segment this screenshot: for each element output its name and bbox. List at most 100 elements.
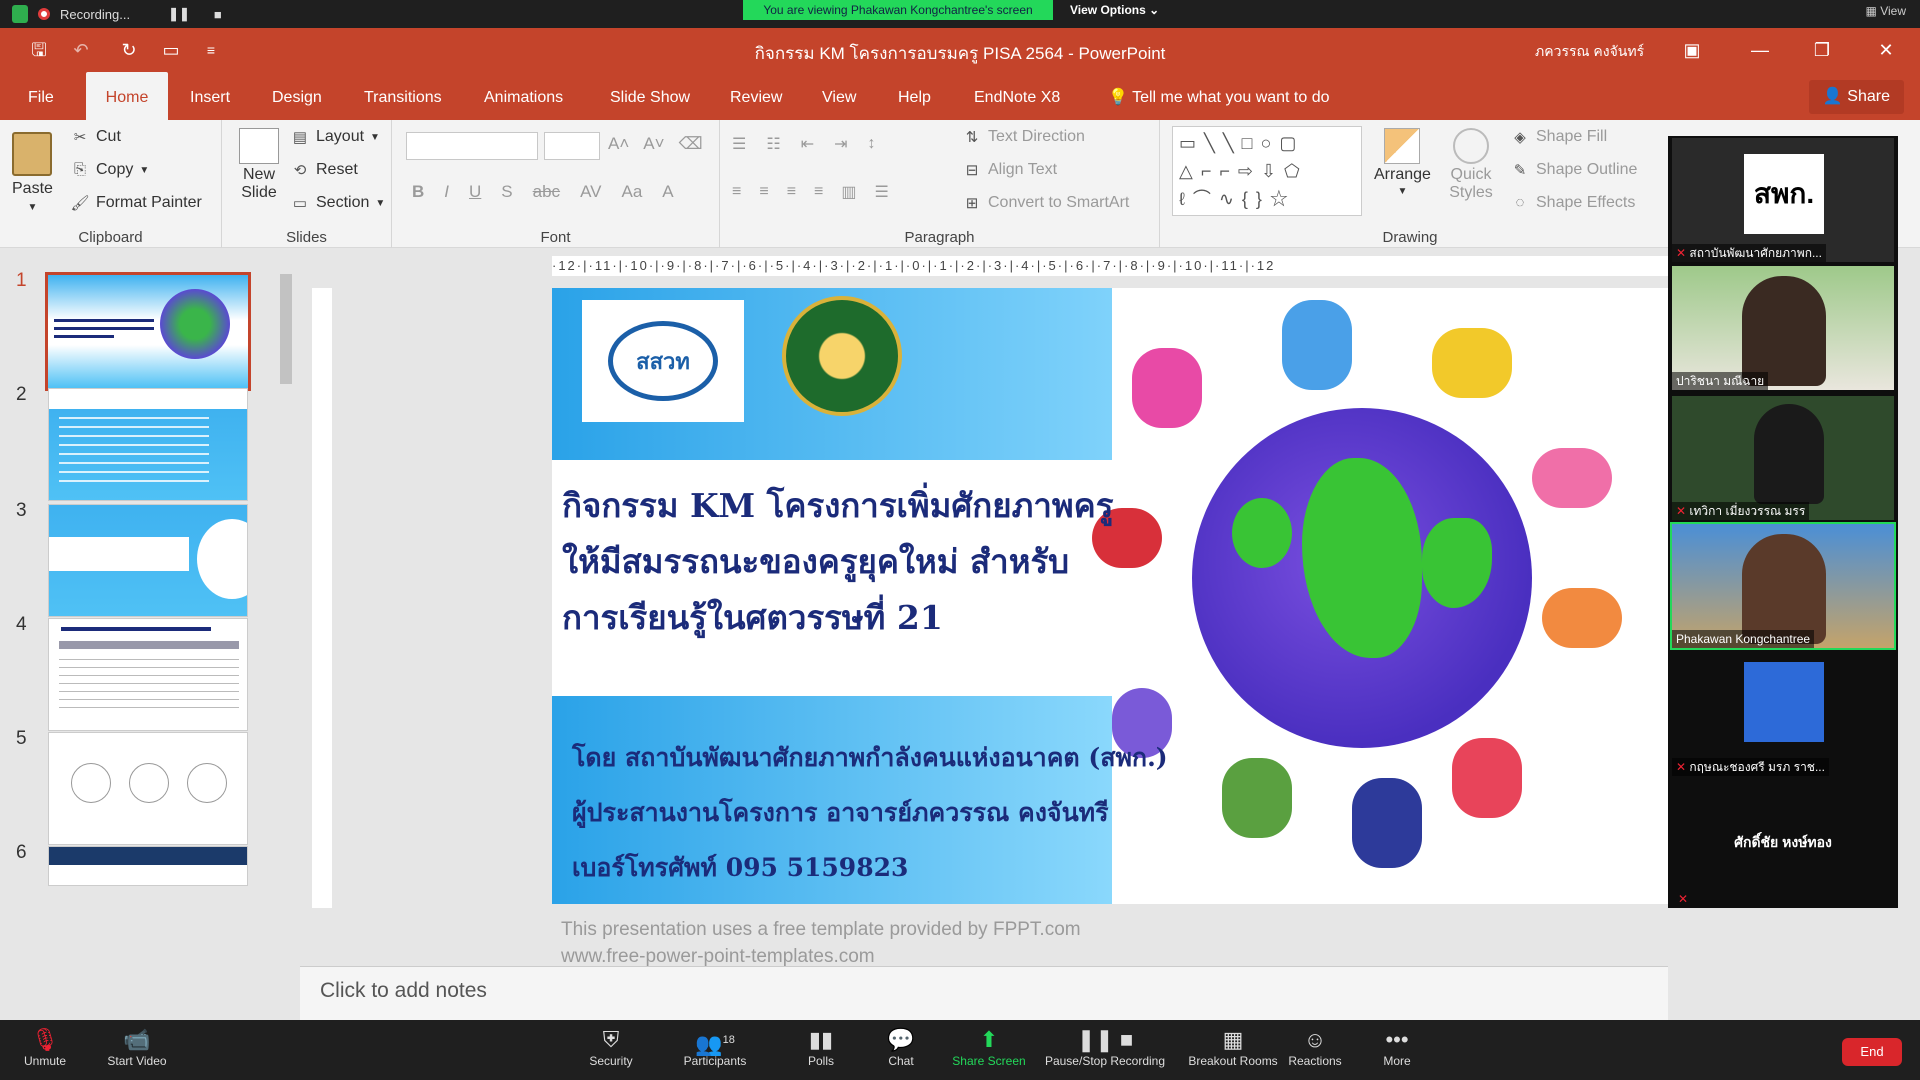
security-button[interactable]: ⛨ Security: [566, 1026, 656, 1068]
numbering-icon[interactable]: ☷: [766, 134, 780, 154]
slide-thumbnails-panel: 1 2 3 4 5 6: [0, 248, 300, 1020]
font-size-input[interactable]: [544, 132, 600, 160]
lightbulb-icon: 💡: [1108, 89, 1133, 106]
tab-help[interactable]: Help: [884, 72, 945, 120]
bullets-icon[interactable]: ☰: [732, 134, 746, 154]
align-right-icon[interactable]: ≡: [787, 183, 796, 201]
arrange-icon: [1384, 128, 1421, 164]
tell-me-box[interactable]: 💡 Tell me what you want to do: [1094, 72, 1344, 120]
view-options-button[interactable]: View Options ⌄: [1070, 0, 1159, 20]
start-video-button[interactable]: 📹 Start Video: [92, 1026, 182, 1068]
restore-icon[interactable]: ❐: [1802, 36, 1842, 64]
underline-icon[interactable]: U: [469, 182, 481, 202]
shape-fill-button[interactable]: ◈ Shape Fill: [1510, 128, 1607, 146]
share-screen-button[interactable]: ⬆ Share Screen: [944, 1026, 1034, 1068]
tab-insert[interactable]: Insert: [176, 72, 244, 120]
pause-recording-button[interactable]: ❚❚ ■ Pause/Stop Recording: [1040, 1026, 1170, 1068]
participant-tile[interactable]: สพก. ✕ สถาบันพัฒนาศักยภาพก...: [1672, 138, 1894, 262]
line-spacing-icon[interactable]: ↕: [868, 135, 876, 153]
shadow-icon[interactable]: S: [501, 182, 512, 202]
new-slide-button[interactable]: New Slide: [234, 128, 284, 202]
pause-stop-icon: ❚❚ ■: [1076, 1027, 1134, 1052]
tab-transitions[interactable]: Transitions: [350, 72, 456, 120]
tab-endnote[interactable]: EndNote X8: [960, 72, 1074, 120]
reactions-button[interactable]: ☺ Reactions: [1270, 1026, 1360, 1068]
layout-button[interactable]: ▤ Layout ▼: [290, 128, 380, 146]
paste-button[interactable]: Paste ▼: [12, 132, 53, 213]
align-distributed-icon[interactable]: ☰: [875, 182, 889, 202]
clear-formatting-icon[interactable]: ⌫: [679, 134, 703, 154]
close-icon[interactable]: ✕: [1866, 36, 1906, 64]
cut-button[interactable]: ✂ Cut: [70, 128, 121, 146]
view-button[interactable]: ▦ View: [1866, 4, 1906, 18]
minimize-icon[interactable]: —: [1740, 36, 1780, 64]
increase-indent-icon[interactable]: ⇥: [834, 134, 847, 154]
participant-tile-active-speaker[interactable]: Phakawan Kongchantree: [1670, 522, 1896, 650]
bold-icon[interactable]: B: [412, 182, 424, 202]
participant-tile[interactable]: ศักดิ์ชัย หงษ์ทอง ✕: [1672, 782, 1894, 906]
font-name-input[interactable]: [406, 132, 538, 160]
tab-slide-show[interactable]: Slide Show: [596, 72, 704, 120]
tab-view[interactable]: View: [808, 72, 870, 120]
decrease-indent-icon[interactable]: ⇤: [801, 134, 814, 154]
italic-icon[interactable]: I: [444, 182, 449, 202]
recording-label: Recording...: [60, 6, 131, 22]
align-text-icon: ⊟: [965, 162, 979, 179]
section-button[interactable]: ▭ Section ▼: [290, 194, 385, 212]
chat-button[interactable]: 💬 Chat: [856, 1026, 946, 1068]
reset-icon: ⟲: [293, 162, 307, 179]
quick-styles-button[interactable]: Quick Styles: [1444, 128, 1498, 202]
share-button[interactable]: 👤 Share: [1808, 80, 1904, 114]
slide-thumb-2[interactable]: [48, 388, 248, 501]
participants-button[interactable]: 👥18 Participants: [670, 1026, 760, 1068]
align-center-icon[interactable]: ≡: [759, 183, 768, 201]
convert-smartart-button[interactable]: ⊞ Convert to SmartArt: [962, 194, 1130, 212]
participant-tile[interactable]: ✕ เทวิกา เมี่ยงวรรณ มรร: [1672, 396, 1894, 520]
font-color-icon[interactable]: A: [662, 182, 673, 202]
thumb-number: 1: [16, 270, 27, 291]
reset-button[interactable]: ⟲ Reset: [290, 161, 358, 179]
change-case-icon[interactable]: Aa: [621, 182, 642, 202]
tab-review[interactable]: Review: [716, 72, 796, 120]
slide-thumb-3[interactable]: [48, 504, 248, 617]
align-left-icon[interactable]: ≡: [732, 183, 741, 201]
notes-pane[interactable]: Click to add notes: [300, 966, 1668, 1020]
participant-tile[interactable]: ✕ กฤษณะชองศรี มรภ ราช...: [1672, 652, 1894, 776]
text-direction-button[interactable]: ⇅ Text Direction: [962, 128, 1085, 146]
align-text-button[interactable]: ⊟ Align Text: [962, 161, 1057, 179]
shapes-gallery[interactable]: ▭╲╲□○▢ △⌐⌐⇨⇩⬠ ℓ⌒∿{}☆: [1172, 126, 1362, 216]
slide-thumb-1[interactable]: [45, 272, 251, 391]
account-name[interactable]: ภควรรณ คงจันทร์: [1535, 41, 1644, 63]
end-meeting-button[interactable]: End: [1842, 1038, 1902, 1066]
copy-button[interactable]: ⎘ Copy ▼: [70, 161, 149, 179]
shape-outline-button[interactable]: ✎ Shape Outline: [1510, 161, 1638, 179]
tab-home[interactable]: Home: [86, 72, 168, 120]
tab-animations[interactable]: Animations: [470, 72, 577, 120]
format-painter-button[interactable]: 🖌 Format Painter: [70, 194, 201, 212]
increase-font-icon[interactable]: A˄: [608, 134, 629, 154]
columns-icon[interactable]: ▥: [841, 182, 856, 202]
stop-recording-icon[interactable]: ■: [214, 7, 222, 22]
tab-design[interactable]: Design: [258, 72, 336, 120]
tab-file[interactable]: File: [14, 72, 68, 120]
thumbnail-scrollbar[interactable]: [276, 254, 296, 1014]
person-icon: 👤: [1822, 88, 1848, 105]
arrange-button[interactable]: Arrange ▼: [1374, 128, 1431, 197]
ribbon-display-options-icon[interactable]: ▣: [1672, 36, 1712, 64]
slide-canvas[interactable]: สสวท กิจกรรม KM โครงการเพิ่มศักยภาพครู ใ…: [552, 288, 1668, 904]
justify-icon[interactable]: ≡: [814, 183, 823, 201]
slide-thumb-6[interactable]: [48, 846, 248, 886]
polls-button[interactable]: ▮▮ Polls: [776, 1026, 866, 1068]
unmute-button[interactable]: 🎙 Unmute: [0, 1026, 90, 1068]
char-spacing-icon[interactable]: AV: [580, 182, 601, 202]
more-button[interactable]: ••• More: [1352, 1026, 1442, 1068]
slide-thumb-5[interactable]: [48, 732, 248, 845]
strikethrough-icon[interactable]: abc: [533, 182, 560, 202]
decrease-font-icon[interactable]: A˅: [643, 134, 664, 154]
participant-tile[interactable]: ปาริชนา มณีฉาย: [1672, 266, 1894, 390]
slide-thumb-4[interactable]: [48, 618, 248, 731]
chevron-down-icon: ▼: [1397, 186, 1408, 197]
shape-effects-button[interactable]: ◌ Shape Effects: [1510, 194, 1636, 212]
pause-recording-icon[interactable]: ❚❚: [168, 6, 190, 22]
shield-icon[interactable]: [12, 5, 28, 23]
